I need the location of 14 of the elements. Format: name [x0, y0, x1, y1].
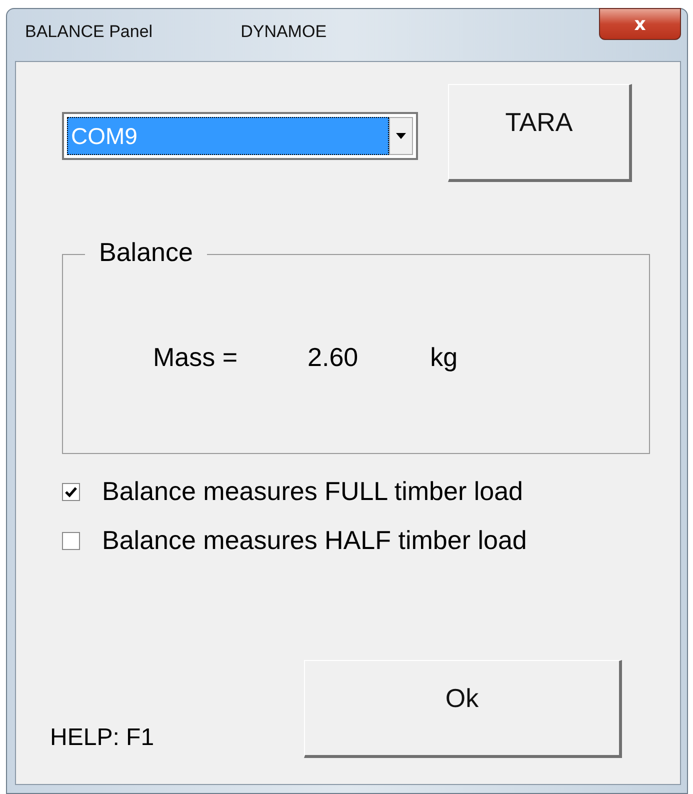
- checkbox[interactable]: [62, 482, 80, 500]
- mass-value: 2.60: [308, 342, 358, 372]
- mass-unit: kg: [430, 342, 458, 372]
- checkbox-label: Balance measures HALF timber load: [102, 525, 527, 556]
- window-title: BALANCE Panel: [25, 22, 153, 42]
- checkbox-label: Balance measures FULL timber load: [102, 476, 524, 507]
- window-subtitle: DYNAMOE: [240, 22, 327, 42]
- mass-label: Mass =: [153, 342, 238, 372]
- ok-button[interactable]: Ok: [304, 660, 622, 758]
- tara-button[interactable]: TARA: [448, 84, 632, 182]
- help-hint: HELP: F1: [50, 724, 154, 752]
- close-button[interactable]: x: [599, 8, 681, 40]
- caret-icon: [389, 117, 413, 155]
- checkbox[interactable]: [62, 532, 80, 550]
